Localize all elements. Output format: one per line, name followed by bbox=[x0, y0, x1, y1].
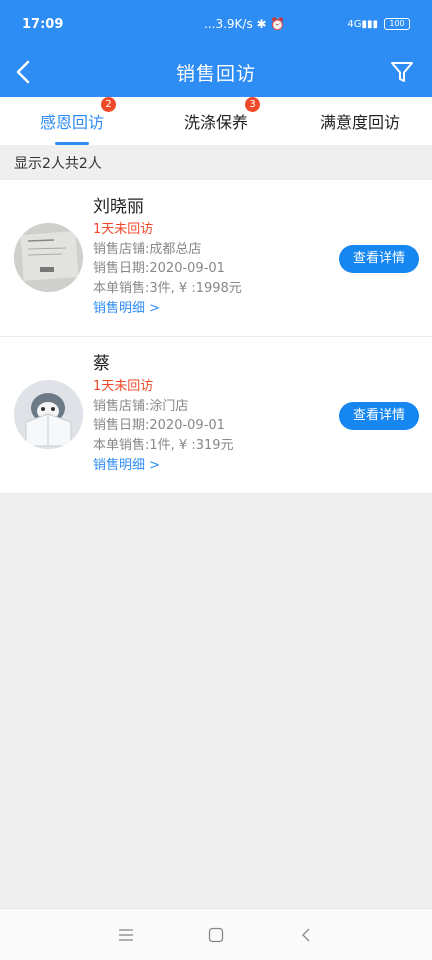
bluetooth-icon: ✱ bbox=[256, 17, 271, 31]
filter-icon bbox=[391, 62, 413, 82]
sale-store: 销售店铺:成都总店 bbox=[93, 241, 202, 257]
avatar bbox=[14, 223, 83, 292]
avatar bbox=[14, 380, 83, 449]
tab-satisfaction-visit[interactable]: 满意度回访 bbox=[288, 97, 432, 145]
tab-label: 满意度回访 bbox=[319, 113, 400, 132]
list-item[interactable]: 蔡 1天未回访 销售店铺:涂门店 销售日期:2020-09-01 本单销售:1件… bbox=[0, 337, 432, 494]
status-network-speed: ...3.9K/s ✱ ⏰ bbox=[204, 17, 286, 31]
page-title: 销售回访 bbox=[175, 63, 256, 85]
chevron-left-icon bbox=[16, 60, 30, 84]
tab-label: 感恩回访 bbox=[39, 113, 104, 132]
sale-date: 销售日期:2020-09-01 bbox=[93, 418, 225, 433]
app-header: 17:09 ...3.9K/s ✱ ⏰ 4G▮▮▮ 100 销售回访 bbox=[0, 0, 432, 97]
home-square-icon bbox=[208, 927, 224, 942]
tab-label: 洗涤保养 bbox=[183, 113, 248, 132]
sale-date: 销售日期:2020-09-01 bbox=[93, 261, 225, 276]
result-summary: 显示2人共2人 bbox=[14, 155, 102, 172]
chevron-left-icon bbox=[302, 928, 310, 941]
home-button[interactable] bbox=[171, 917, 261, 953]
status-bar: 17:09 ...3.9K/s ✱ ⏰ 4G▮▮▮ 100 bbox=[0, 0, 432, 48]
back-button[interactable] bbox=[6, 54, 42, 90]
tab-badge: 3 bbox=[245, 97, 260, 112]
sales-detail-link[interactable]: 销售明细 > bbox=[93, 456, 333, 476]
alarm-icon: ⏰ bbox=[270, 17, 286, 31]
nav-bar: 销售回访 bbox=[0, 48, 432, 97]
tab-washing-care[interactable]: 洗涤保养 3 bbox=[144, 97, 288, 145]
system-nav-bar bbox=[0, 908, 432, 960]
customer-info: 蔡 1天未回访 销售店铺:涂门店 销售日期:2020-09-01 本单销售:1件… bbox=[93, 351, 333, 476]
tab-bar: 感恩回访 2 洗涤保养 3 满意度回访 bbox=[0, 97, 432, 145]
visit-status: 1天未回访 bbox=[93, 222, 154, 237]
status-time: 17:09 bbox=[22, 16, 64, 32]
customer-name: 刘晓丽 bbox=[93, 197, 144, 217]
penguin-avatar-icon bbox=[14, 380, 83, 449]
sale-store: 销售店铺:涂门店 bbox=[93, 398, 189, 414]
order-summary: 本单销售:1件, ¥ :319元 bbox=[93, 437, 234, 453]
battery-icon: 100 bbox=[384, 18, 410, 30]
filter-button[interactable] bbox=[384, 54, 420, 90]
tab-badge: 2 bbox=[101, 97, 116, 112]
view-details-button[interactable]: 查看详情 bbox=[339, 245, 419, 273]
system-back-button[interactable] bbox=[261, 917, 351, 953]
view-details-button[interactable]: 查看详情 bbox=[339, 402, 419, 430]
menu-icon bbox=[119, 928, 133, 941]
sales-detail-link[interactable]: 销售明细 > bbox=[93, 299, 333, 319]
list-item[interactable]: 刘晓丽 1天未回访 销售店铺:成都总店 销售日期:2020-09-01 本单销售… bbox=[0, 180, 432, 337]
tab-gratitude-visit[interactable]: 感恩回访 2 bbox=[0, 97, 144, 145]
signal-icon: 4G▮▮▮ bbox=[347, 18, 378, 30]
order-summary: 本单销售:3件, ¥ :1998元 bbox=[93, 280, 242, 296]
document-photo-icon bbox=[14, 223, 83, 292]
customer-name: 蔡 bbox=[93, 354, 110, 374]
customer-list: 刘晓丽 1天未回访 销售店铺:成都总店 销售日期:2020-09-01 本单销售… bbox=[0, 180, 432, 494]
menu-button[interactable] bbox=[81, 917, 171, 953]
visit-status: 1天未回访 bbox=[93, 379, 154, 394]
customer-info: 刘晓丽 1天未回访 销售店铺:成都总店 销售日期:2020-09-01 本单销售… bbox=[93, 194, 333, 319]
